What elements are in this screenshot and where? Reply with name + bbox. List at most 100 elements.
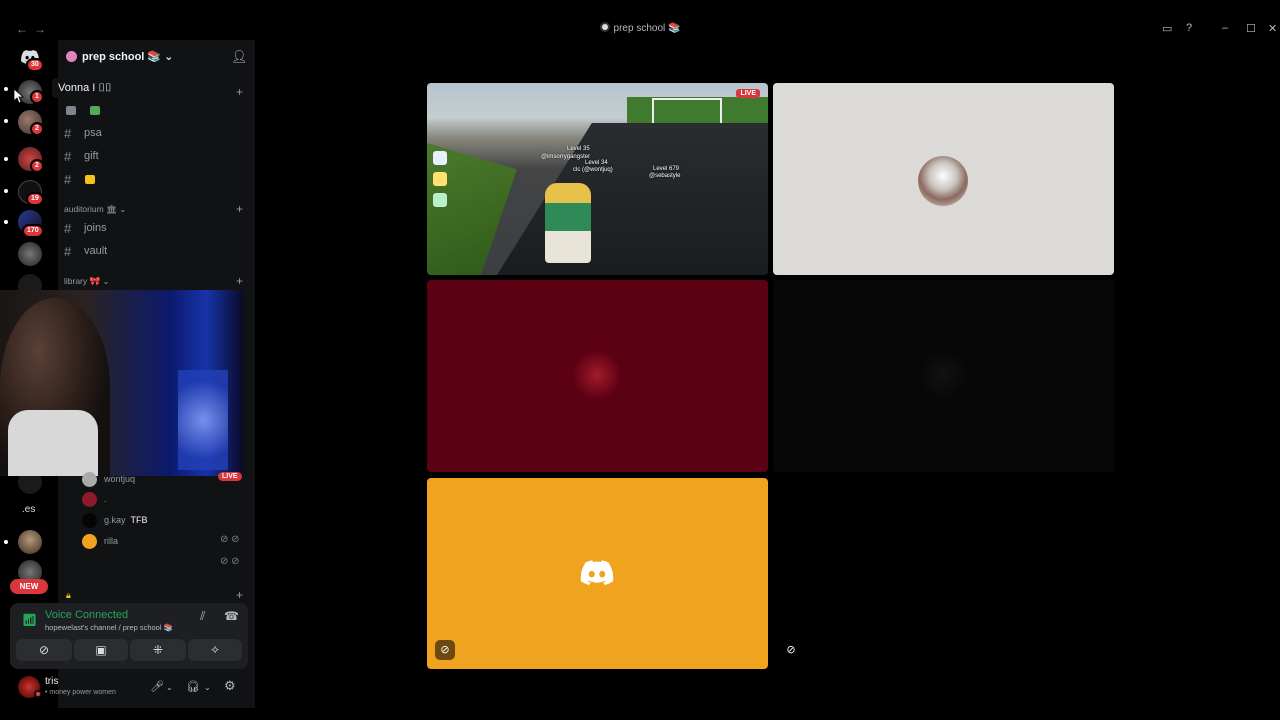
- guild-header[interactable]: prep school 📚 ⌄ 👤︎: [58, 46, 255, 68]
- game-character: [649, 208, 667, 238]
- video-tile-user[interactable]: [773, 280, 1114, 472]
- webcam-shirt: [8, 410, 98, 476]
- game-nametag: Level 35: [567, 146, 590, 152]
- avatar: [82, 472, 97, 487]
- member-name: rilla: [104, 536, 119, 546]
- guild-flower-icon: [66, 51, 77, 62]
- server-badge: 170: [22, 224, 44, 238]
- server-unread-pill: [4, 87, 8, 91]
- invite-people-icon[interactable]: 👤︎: [231, 49, 248, 64]
- channel-name: vault: [84, 245, 108, 257]
- live-badge: LIVE: [218, 472, 242, 481]
- create-channel-icon[interactable]: +: [236, 274, 243, 288]
- help-icon[interactable]: ?: [1186, 22, 1192, 34]
- lock-icon: 🔒︎: [66, 590, 71, 600]
- server-unread-pill: [4, 220, 8, 224]
- create-channel-icon[interactable]: +: [236, 85, 243, 99]
- muted-icon: ⊘: [435, 640, 455, 660]
- channel-locked[interactable]: #: [64, 171, 249, 189]
- channel-joins[interactable]: # joins: [64, 220, 249, 238]
- new-badge[interactable]: NEW: [10, 579, 48, 594]
- status-dnd-icon: [34, 690, 42, 698]
- signal-icon[interactable]: 📶︎: [22, 613, 37, 627]
- voice-member[interactable]: .: [80, 490, 250, 508]
- server-label-es[interactable]: .es: [22, 504, 35, 515]
- server-icon[interactable]: [18, 242, 42, 266]
- inbox-icon[interactable]: ▭: [1162, 22, 1172, 35]
- voice-channel-path[interactable]: hopewelast's channel / prep school 📚: [45, 623, 173, 632]
- video-tile-user[interactable]: [427, 280, 768, 472]
- window-title-text: prep school: [613, 23, 666, 34]
- channel-name: gift: [84, 150, 99, 162]
- maximize-button[interactable]: ☐: [1246, 22, 1256, 35]
- video-tile-user[interactable]: [773, 83, 1114, 275]
- create-channel-icon[interactable]: +: [236, 588, 243, 602]
- voice-connected-panel: 📶︎ Voice Connected hopewelast's channel …: [10, 603, 248, 669]
- microphone-icon[interactable]: 🎤︎: [150, 680, 164, 693]
- stream-tile-game[interactable]: Level 35 @imsorrygangster Level 34 clc (…: [427, 83, 768, 275]
- user-panel: tris • money power women 🎤︎ ⌄ 🎧︎ ⌄ ⚙︎: [10, 672, 248, 706]
- webcam-overlay: [0, 290, 243, 476]
- lock-emoji-icon: [85, 175, 95, 184]
- channel-name: joins: [84, 222, 107, 234]
- channel-vault[interactable]: # vault: [64, 243, 249, 261]
- server-badge: 2: [30, 159, 44, 173]
- muted-icons: ⊘ ⊘: [220, 534, 240, 545]
- muted-icons: ⊘ ⊘: [220, 556, 240, 567]
- chevron-down-icon[interactable]: ⌄: [166, 683, 173, 692]
- server-icon[interactable]: [18, 530, 42, 554]
- chevron-down-icon[interactable]: ⌄: [204, 683, 211, 692]
- video-tile-user[interactable]: ⊘: [427, 478, 768, 669]
- gear-icon[interactable]: ⚙︎: [224, 678, 236, 694]
- title-bar: ← → prep school 📚 ▭ ? – ☐ ✕: [0, 18, 1280, 40]
- soundboard-button[interactable]: ✧: [188, 639, 242, 661]
- server-unread-pill: [4, 540, 8, 544]
- avatar: [918, 350, 968, 400]
- game-ui-button: [433, 193, 447, 207]
- user-name[interactable]: tris: [45, 676, 58, 687]
- game-nametag: @sebastyle: [649, 173, 681, 179]
- category-auditorium[interactable]: auditorium 🏛 ⌄: [64, 204, 126, 215]
- server-unread-pill: [4, 119, 8, 123]
- category-library[interactable]: library 🎀 ⌄: [64, 276, 110, 287]
- minimize-button[interactable]: –: [1222, 22, 1228, 34]
- avatar: [82, 534, 97, 549]
- server-badge: 19: [26, 192, 44, 206]
- channel-rules[interactable]: [64, 103, 249, 121]
- checkbox-icon: [66, 106, 76, 115]
- camera-toggle-button[interactable]: ⊘: [16, 639, 72, 661]
- game-goal: [652, 98, 722, 126]
- channel-gift[interactable]: # gift: [64, 148, 249, 166]
- server-badge: 2: [30, 122, 44, 136]
- user-custom-status: • money power women: [45, 689, 116, 696]
- activities-button[interactable]: ⁜: [130, 639, 186, 661]
- avatar: [918, 156, 968, 206]
- guild-logo-icon: [599, 22, 610, 32]
- game-nametag: Level 34: [585, 160, 608, 166]
- game-character: [545, 183, 591, 263]
- server-unread-pill: [4, 189, 8, 193]
- hash-icon: #: [64, 172, 72, 187]
- window-title: prep school 📚: [0, 22, 1280, 34]
- create-channel-icon[interactable]: +: [236, 202, 243, 216]
- avatar: [82, 513, 97, 528]
- voice-member[interactable]: g.kay TFB: [80, 511, 250, 529]
- guild-name: prep school 📚 ⌄: [82, 51, 174, 63]
- close-button[interactable]: ✕: [1268, 22, 1277, 35]
- avatar: [82, 492, 97, 507]
- hash-icon: #: [64, 126, 72, 141]
- books-emoji-icon: [90, 106, 100, 115]
- headphones-icon[interactable]: 🎧︎: [186, 680, 200, 693]
- game-road: [497, 123, 768, 275]
- channel-psa[interactable]: # psa: [64, 125, 249, 143]
- server-badge: 1: [30, 90, 44, 104]
- discord-logo-icon: [580, 560, 614, 586]
- noise-suppression-icon[interactable]: ⫽: [200, 609, 205, 624]
- game-nametag: clc (@wontjuq): [573, 167, 613, 173]
- disconnect-icon[interactable]: ☎︎: [224, 609, 239, 623]
- voice-connected-title[interactable]: Voice Connected: [45, 609, 128, 621]
- hash-icon: #: [64, 149, 72, 164]
- hash-icon: #: [64, 244, 72, 259]
- avatar: [572, 350, 622, 400]
- screen-share-button[interactable]: ▣: [74, 639, 128, 661]
